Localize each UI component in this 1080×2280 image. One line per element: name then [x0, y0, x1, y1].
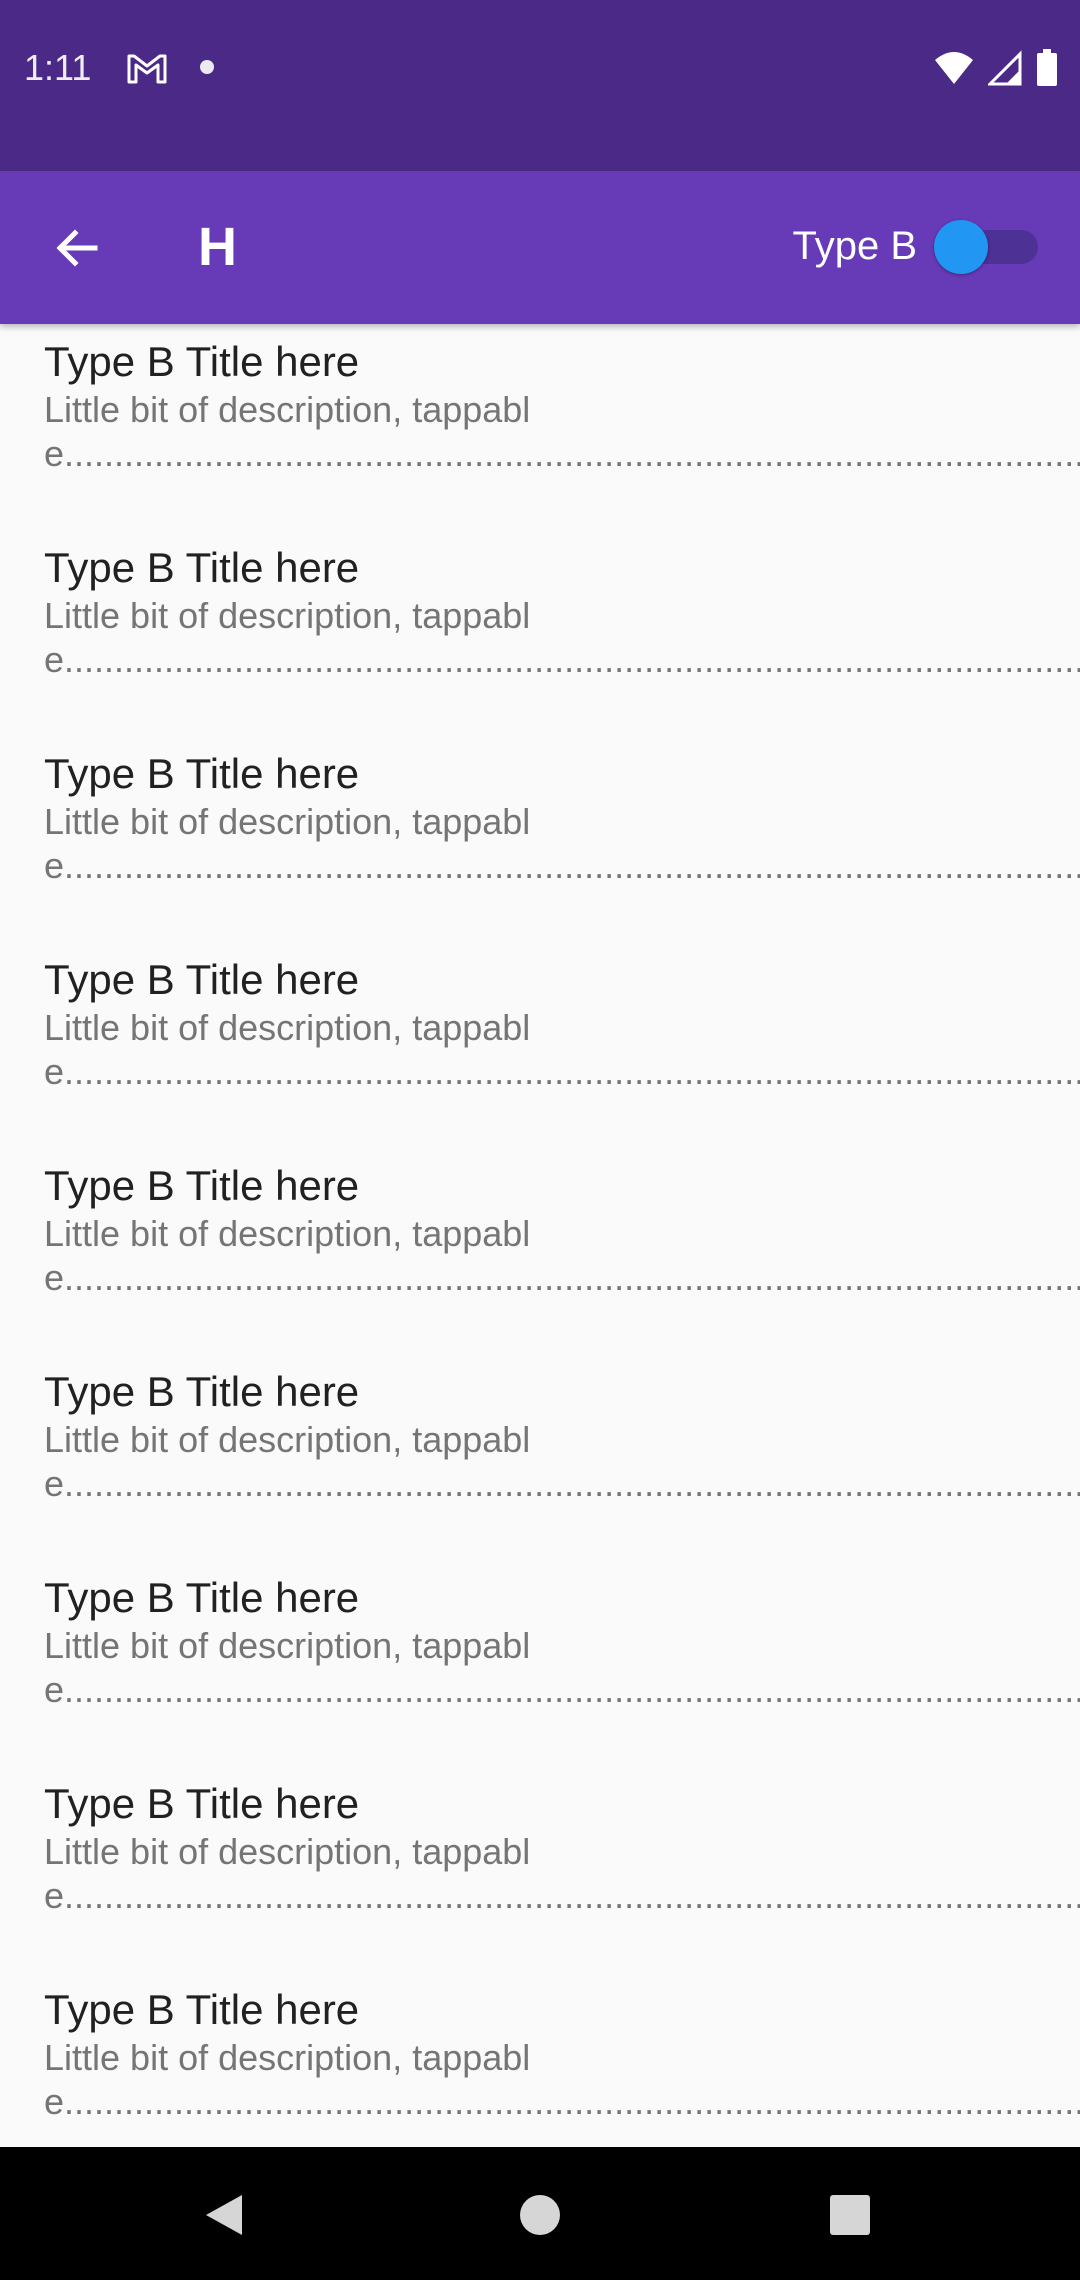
list-item[interactable]: Type B Title here Little bit of descript… [0, 1766, 1080, 1972]
arrow-left-icon [56, 229, 98, 267]
status-icons [934, 48, 1058, 88]
system-nav-bar [0, 2147, 1080, 2280]
item-description: Little bit of description, tappable.....… [44, 2037, 1080, 2122]
nav-home-button[interactable] [500, 2175, 580, 2255]
item-description: Little bit of description, tappable.....… [44, 389, 1080, 474]
status-time: 1:11 [24, 47, 92, 88]
list-item[interactable]: Type B Title here Little bit of descript… [0, 736, 1080, 942]
item-description: Little bit of description, tappable.....… [44, 801, 1080, 886]
gmail-icon [127, 54, 167, 84]
item-title: Type B Title here [44, 1368, 360, 1415]
item-description: Little bit of description, tappable.....… [44, 1213, 1080, 1298]
type-b-switch[interactable] [934, 218, 1044, 276]
item-title: Type B Title here [44, 750, 360, 797]
battery-icon [1037, 49, 1057, 86]
nav-recents-button[interactable] [810, 2175, 890, 2255]
switch-thumb [934, 220, 988, 274]
item-description: Little bit of description, tappable.....… [44, 1007, 1080, 1092]
list-item[interactable]: Type B Title here Little bit of descript… [0, 530, 1080, 736]
nav-back-button[interactable] [184, 2175, 264, 2255]
list-item[interactable]: Type B Title here Little bit of descript… [0, 1354, 1080, 1560]
item-list: Type B Title here Little bit of descript… [0, 324, 1080, 2147]
status-bar: 1:11 [0, 0, 1080, 171]
item-title: Type B Title here [44, 338, 360, 385]
item-description: Little bit of description, tappable.....… [44, 1419, 1080, 1504]
back-button[interactable] [32, 203, 122, 293]
type-toggle-label: Type B [792, 224, 917, 268]
home-circle-icon [520, 2195, 560, 2235]
list-item[interactable]: Type B Title here Little bit of descript… [0, 1560, 1080, 1766]
item-description: Little bit of description, tappable.....… [44, 1625, 1080, 1710]
item-title: Type B Title here [44, 1986, 360, 2033]
list-item[interactable]: Type B Title here Little bit of descript… [0, 942, 1080, 1148]
item-title: Type B Title here [44, 1574, 360, 1621]
wifi-icon [935, 52, 973, 84]
back-triangle-icon [206, 2195, 242, 2235]
item-description: Little bit of description, tappable.....… [44, 595, 1080, 680]
app-bar: H Type B [0, 171, 1080, 324]
item-title: Type B Title here [44, 1780, 360, 1827]
recents-square-icon [830, 2195, 870, 2235]
cellular-signal-icon [988, 50, 1022, 86]
item-description: Little bit of description, tappable.....… [44, 1831, 1080, 1916]
page-title: H [198, 217, 237, 277]
item-title: Type B Title here [44, 544, 360, 591]
list-item[interactable]: Type B Title here Little bit of descript… [0, 1972, 1080, 2147]
list-item[interactable]: Type B Title here Little bit of descript… [0, 324, 1080, 530]
item-title: Type B Title here [44, 1162, 360, 1209]
list-item[interactable]: Type B Title here Little bit of descript… [0, 1148, 1080, 1354]
notification-dot-icon [200, 60, 214, 74]
item-title: Type B Title here [44, 956, 360, 1003]
